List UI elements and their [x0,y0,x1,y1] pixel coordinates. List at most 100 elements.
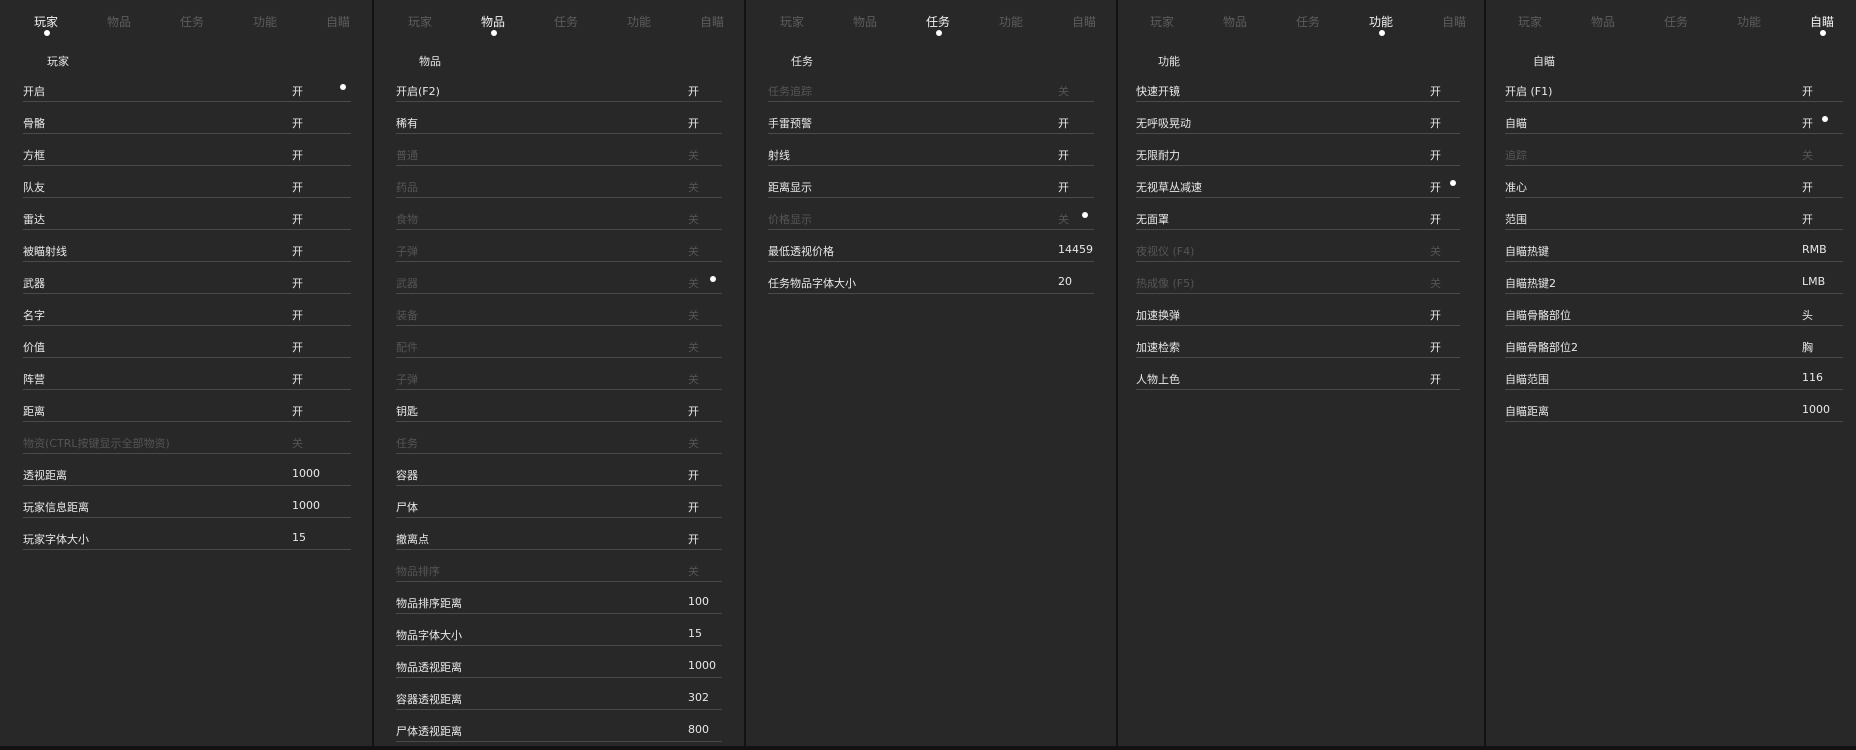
setting-value[interactable]: 开 [1802,115,1813,131]
setting-row[interactable]: 自瞄骨骼部位2 胸 [1505,334,1843,358]
setting-value[interactable]: 开 [1430,371,1441,387]
setting-row[interactable]: 物品字体大小 15 [396,622,722,646]
setting-row[interactable]: 自瞄范围 116 [1505,366,1843,390]
setting-row[interactable]: 容器 开 [396,462,722,486]
setting-value[interactable]: 开 [1802,179,1813,195]
setting-value[interactable]: 开 [1802,211,1813,227]
setting-row[interactable]: 开启 (F1) 开 [1505,78,1843,102]
setting-row[interactable]: 自瞄 开 [1505,110,1843,134]
setting-value[interactable]: 关 [688,339,699,355]
setting-value[interactable]: 开 [292,243,303,259]
setting-row[interactable]: 配件 关 [396,334,722,358]
setting-value[interactable]: 关 [688,563,699,579]
setting-row[interactable]: 价格显示 关 [768,206,1094,230]
setting-row[interactable]: 自瞄热键 RMB [1505,238,1843,262]
setting-value[interactable]: 1000 [688,659,716,672]
setting-value[interactable]: 1000 [1802,403,1830,416]
setting-value[interactable]: 116 [1802,371,1823,384]
setting-value[interactable]: LMB [1802,275,1825,288]
setting-row[interactable]: 热成像 (F5) 关 [1136,270,1460,294]
setting-value[interactable]: 关 [688,211,699,227]
tab-player[interactable]: 玩家 [34,13,58,30]
setting-row[interactable]: 钥匙 开 [396,398,722,422]
setting-value[interactable]: 1000 [292,499,320,512]
setting-row[interactable]: 范围 开 [1505,206,1843,230]
setting-row[interactable]: 普通 关 [396,142,722,166]
setting-row[interactable]: 物品透视距离 1000 [396,654,722,678]
setting-row[interactable]: 雷达 开 [23,206,351,230]
tab-items[interactable]: 物品 [1223,13,1247,30]
setting-value[interactable]: 开 [688,115,699,131]
setting-value[interactable]: 关 [1430,243,1441,259]
tab-functions[interactable]: 功能 [253,13,277,30]
setting-row[interactable]: 玩家字体大小 15 [23,526,351,550]
setting-value[interactable]: 开 [1058,179,1069,195]
setting-row[interactable]: 队友 开 [23,174,351,198]
setting-value[interactable]: 15 [292,531,306,544]
setting-value[interactable]: 关 [1058,83,1069,99]
setting-row[interactable]: 开启(F2) 开 [396,78,722,102]
setting-value[interactable]: 开 [292,403,303,419]
setting-value[interactable]: 开 [292,307,303,323]
setting-row[interactable]: 自瞄距离 1000 [1505,398,1843,422]
setting-row[interactable]: 加速换弹 开 [1136,302,1460,326]
setting-row[interactable]: 追踪 关 [1505,142,1843,166]
setting-value[interactable]: 开 [292,211,303,227]
setting-row[interactable]: 快速开镜 开 [1136,78,1460,102]
tab-aimbot[interactable]: 自瞄 [1072,13,1096,30]
setting-value[interactable]: 开 [292,115,303,131]
setting-row[interactable]: 稀有 开 [396,110,722,134]
tab-items[interactable]: 物品 [481,13,505,30]
setting-row[interactable]: 加速检索 开 [1136,334,1460,358]
setting-row[interactable]: 子弹 关 [396,366,722,390]
tab-items[interactable]: 物品 [107,13,131,30]
setting-value[interactable]: 关 [688,435,699,451]
tab-functions[interactable]: 功能 [627,13,651,30]
setting-value[interactable]: 头 [1802,307,1813,323]
setting-row[interactable]: 射线 开 [768,142,1094,166]
setting-row[interactable]: 食物 关 [396,206,722,230]
tab-player[interactable]: 玩家 [1518,13,1542,30]
setting-value[interactable]: 开 [1430,147,1441,163]
tab-quest[interactable]: 任务 [180,13,204,30]
setting-row[interactable]: 装备 关 [396,302,722,326]
tab-player[interactable]: 玩家 [408,13,432,30]
setting-row[interactable]: 尸体 开 [396,494,722,518]
setting-value[interactable]: 开 [292,83,303,99]
setting-value[interactable]: 800 [688,723,709,736]
setting-value[interactable]: 开 [292,275,303,291]
setting-row[interactable]: 距离 开 [23,398,351,422]
tab-player[interactable]: 玩家 [1150,13,1174,30]
setting-value[interactable]: 开 [292,179,303,195]
setting-value[interactable]: 开 [1058,147,1069,163]
setting-value[interactable]: 开 [1058,115,1069,131]
setting-row[interactable]: 自瞄骨骼部位 头 [1505,302,1843,326]
tab-aimbot[interactable]: 自瞄 [1810,13,1834,30]
setting-value[interactable]: 开 [688,531,699,547]
setting-row[interactable]: 任务 关 [396,430,722,454]
setting-value[interactable]: 胸 [1802,339,1813,355]
setting-row[interactable]: 夜视仪 (F4) 关 [1136,238,1460,262]
setting-value[interactable]: 15 [688,627,702,640]
setting-row[interactable]: 骨骼 开 [23,110,351,134]
setting-value[interactable]: 1000 [292,467,320,480]
setting-row[interactable]: 武器 开 [23,270,351,294]
setting-row[interactable]: 任务物品字体大小 20 [768,270,1094,294]
setting-row[interactable]: 被瞄射线 开 [23,238,351,262]
setting-row[interactable]: 子弹 关 [396,238,722,262]
setting-value[interactable]: 302 [688,691,709,704]
setting-value[interactable]: 开 [1802,83,1813,99]
setting-row[interactable]: 武器 关 [396,270,722,294]
setting-row[interactable]: 手雷预警 开 [768,110,1094,134]
setting-value[interactable]: 关 [1430,275,1441,291]
setting-row[interactable]: 阵营 开 [23,366,351,390]
setting-row[interactable]: 无呼吸晃动 开 [1136,110,1460,134]
setting-value[interactable]: 开 [292,339,303,355]
setting-value[interactable]: 关 [688,371,699,387]
setting-value[interactable]: 14459 [1058,243,1093,256]
setting-row[interactable]: 撤离点 开 [396,526,722,550]
setting-value[interactable]: 开 [1430,211,1441,227]
setting-value[interactable]: 开 [1430,115,1441,131]
tab-quest[interactable]: 任务 [554,13,578,30]
setting-row[interactable]: 无面罩 开 [1136,206,1460,230]
